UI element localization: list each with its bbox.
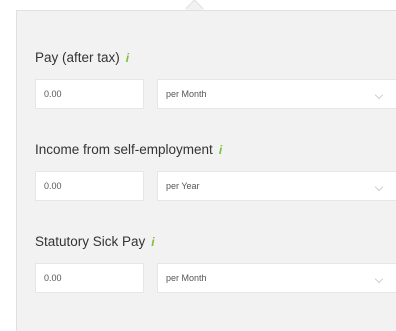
field-pay-after-tax: Pay (after tax) i 0.00 per Month <box>35 49 396 109</box>
info-icon[interactable]: i <box>126 49 129 67</box>
info-icon[interactable]: i <box>151 233 154 251</box>
pay-after-tax-period-select[interactable]: per Month <box>157 79 396 109</box>
pay-after-tax-amount-input[interactable]: 0.00 <box>35 79 144 109</box>
self-employment-amount-input[interactable]: 0.00 <box>35 171 144 201</box>
self-employment-period-select[interactable]: per Year <box>157 171 396 201</box>
income-form-panel: Pay (after tax) i 0.00 per Month Income f… <box>16 10 396 331</box>
field-label-row: Statutory Sick Pay i <box>35 233 396 251</box>
field-statutory-sick-pay: Statutory Sick Pay i 0.00 per Month <box>35 233 396 293</box>
pay-after-tax-label: Pay (after tax) <box>35 50 120 65</box>
info-icon[interactable]: i <box>219 141 222 159</box>
field-label-row: Pay (after tax) i <box>35 49 396 67</box>
statutory-sick-pay-period-select[interactable]: per Month <box>157 263 396 293</box>
chevron-down-icon <box>374 274 384 284</box>
statutory-sick-pay-period-value: per Month <box>166 273 207 283</box>
statutory-sick-pay-label: Statutory Sick Pay <box>35 234 146 249</box>
pay-after-tax-period-value: per Month <box>166 89 207 99</box>
statutory-sick-pay-amount-input[interactable]: 0.00 <box>35 263 144 293</box>
field-self-employment-income: Income from self-employment i 0.00 per Ye… <box>35 141 396 201</box>
field-label-row: Income from self-employment i <box>35 141 396 159</box>
chevron-down-icon <box>374 90 384 100</box>
self-employment-period-value: per Year <box>166 181 200 191</box>
self-employment-income-label: Income from self-employment <box>35 142 213 157</box>
chevron-down-icon <box>374 182 384 192</box>
